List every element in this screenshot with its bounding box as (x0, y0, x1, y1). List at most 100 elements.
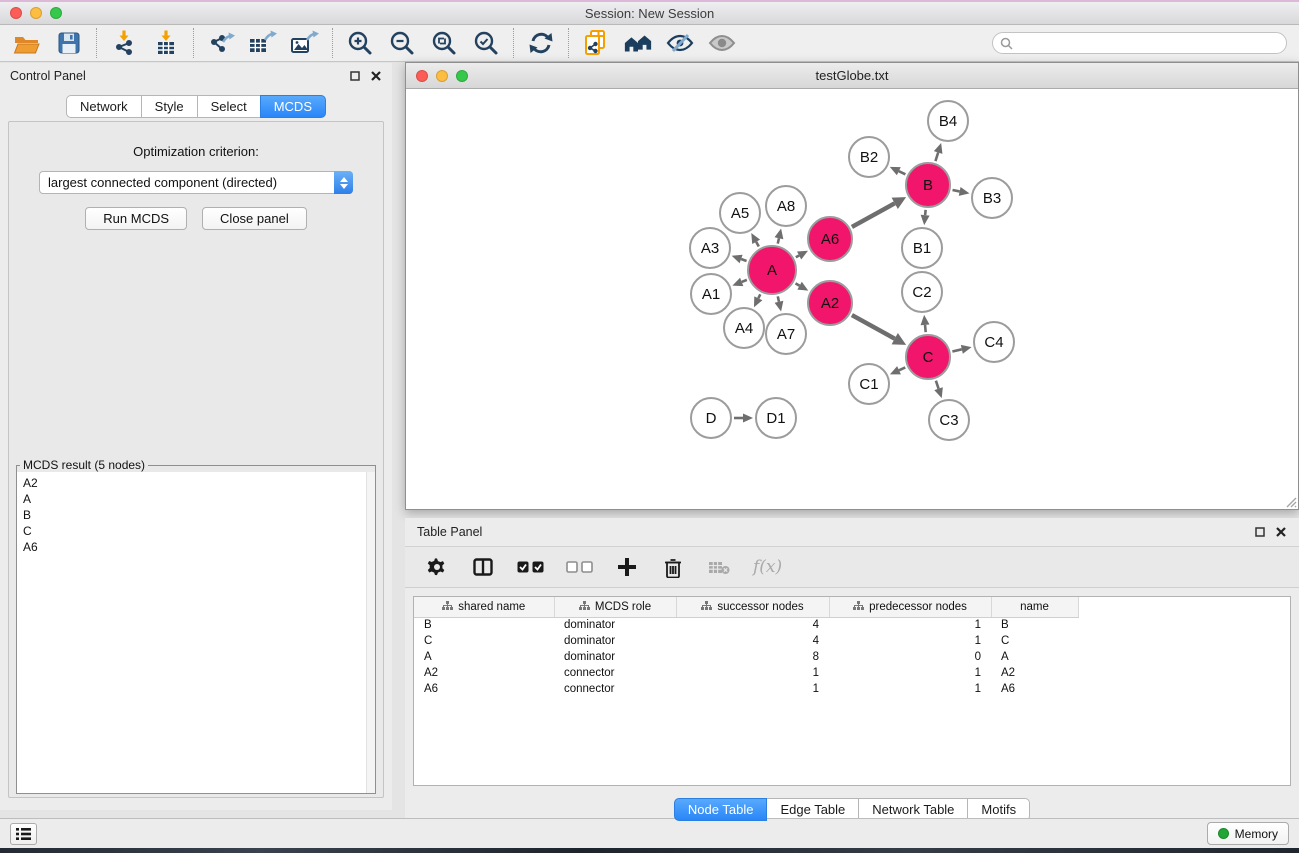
export-table-button[interactable] (248, 29, 278, 57)
export-image-button[interactable] (290, 29, 320, 57)
mcds-result-item[interactable]: A2 (23, 475, 375, 491)
zoom-out-button[interactable] (387, 29, 417, 57)
graph-edge-C-C1[interactable] (899, 367, 905, 370)
graph-node-C[interactable]: C (905, 334, 951, 380)
import-table-button[interactable] (151, 29, 181, 57)
graph-edge-B-B4[interactable] (935, 152, 938, 161)
run-mcds-button[interactable]: Run MCDS (85, 207, 187, 230)
graph-edge-A6-B[interactable] (852, 203, 895, 227)
graph-edge-A-A2[interactable] (795, 283, 799, 285)
graph-node-A[interactable]: A (747, 245, 797, 295)
graph-node-B3[interactable]: B3 (971, 177, 1013, 219)
table-row[interactable]: Cdominator41C (414, 633, 1078, 649)
open-file-button[interactable] (12, 29, 42, 57)
table-cell[interactable]: 1 (829, 665, 991, 681)
show-graphics-details-button[interactable] (707, 29, 737, 57)
table-cell[interactable]: 1 (829, 617, 991, 633)
graph-edge-A-A1[interactable] (742, 280, 747, 282)
column-header-shared-name[interactable]: shared name (414, 597, 554, 617)
table-cell[interactable]: A (414, 649, 554, 665)
table-cell[interactable]: B (991, 617, 1078, 633)
graph-node-C1[interactable]: C1 (848, 363, 890, 405)
close-table-panel-icon[interactable] (1275, 526, 1287, 538)
delete-table-button[interactable] (707, 554, 731, 580)
float-panel-icon[interactable] (349, 70, 361, 82)
graph-node-A2[interactable]: A2 (807, 280, 853, 326)
mcds-result-item[interactable]: C (23, 523, 375, 539)
graph-node-A5[interactable]: A5 (719, 192, 761, 234)
mcds-result-item[interactable]: A (23, 491, 375, 507)
select-all-columns-button[interactable] (517, 554, 544, 580)
tab-style[interactable]: Style (141, 95, 198, 118)
column-header-MCDS-role[interactable]: MCDS role (554, 597, 676, 617)
deselect-all-columns-button[interactable] (566, 554, 593, 580)
column-header-name[interactable]: name (991, 597, 1078, 617)
graph-edge-A-A8[interactable] (778, 238, 779, 243)
graph-node-C2[interactable]: C2 (901, 271, 943, 313)
table-cell[interactable]: 1 (676, 665, 829, 681)
clone-network-button[interactable] (581, 29, 611, 57)
network-window-titlebar[interactable]: testGlobe.txt (406, 63, 1298, 89)
close-panel-icon[interactable] (370, 70, 382, 82)
table-cell[interactable]: A2 (414, 665, 554, 681)
create-column-button[interactable] (615, 554, 639, 580)
table-cell[interactable]: 4 (676, 633, 829, 649)
delete-column-button[interactable] (661, 554, 685, 580)
graph-node-A3[interactable]: A3 (689, 227, 731, 269)
graph-node-A1[interactable]: A1 (690, 273, 732, 315)
table-cell[interactable]: 0 (829, 649, 991, 665)
mcds-result-item[interactable]: A6 (23, 539, 375, 555)
graph-edge-A-A5[interactable] (756, 242, 759, 247)
task-history-button[interactable] (10, 823, 37, 845)
table-row[interactable]: Bdominator41B (414, 617, 1078, 633)
tab-mcds[interactable]: MCDS (260, 95, 326, 118)
table-row[interactable]: Adominator80A (414, 649, 1078, 665)
table-cell[interactable]: B (414, 617, 554, 633)
graph-node-B1[interactable]: B1 (901, 227, 943, 269)
table-cell[interactable]: 1 (829, 633, 991, 649)
node-table[interactable]: shared nameMCDS rolesuccessor nodesprede… (414, 597, 1079, 697)
graph-node-A6[interactable]: A6 (807, 216, 853, 262)
graph-edge-A-A6[interactable] (796, 255, 799, 257)
table-cell[interactable]: 4 (676, 617, 829, 633)
table-row[interactable]: A2connector11A2 (414, 665, 1078, 681)
table-row[interactable]: A6connector11A6 (414, 681, 1078, 697)
show-column-panel-button[interactable] (471, 554, 495, 580)
save-session-button[interactable] (54, 29, 84, 57)
graph-node-C4[interactable]: C4 (973, 321, 1015, 363)
table-cell[interactable]: C (414, 633, 554, 649)
graph-node-D1[interactable]: D1 (755, 397, 797, 439)
table-cell[interactable]: connector (554, 665, 676, 681)
tab-network[interactable]: Network (66, 95, 142, 118)
memory-button[interactable]: Memory (1207, 822, 1289, 845)
table-cell[interactable]: 8 (676, 649, 829, 665)
graph-node-C3[interactable]: C3 (928, 399, 970, 441)
graph-edge-C-C3[interactable] (936, 381, 939, 389)
graph-edge-A-A7[interactable] (778, 296, 779, 301)
import-network-button[interactable] (109, 29, 139, 57)
graph-node-A8[interactable]: A8 (765, 185, 807, 227)
zoom-in-button[interactable] (345, 29, 375, 57)
table-cell[interactable]: C (991, 633, 1078, 649)
table-cell[interactable]: A2 (991, 665, 1078, 681)
table-cell[interactable]: A6 (991, 681, 1078, 697)
table-cell[interactable]: dominator (554, 649, 676, 665)
hide-graphics-details-button[interactable] (665, 29, 695, 57)
float-table-panel-icon[interactable] (1254, 526, 1266, 538)
table-cell[interactable]: dominator (554, 617, 676, 633)
table-cell[interactable]: A6 (414, 681, 554, 697)
graph-node-B4[interactable]: B4 (927, 100, 969, 142)
table-settings-button[interactable] (425, 554, 449, 580)
refresh-button[interactable] (526, 29, 556, 57)
search-field[interactable] (992, 32, 1287, 54)
close-panel-button[interactable]: Close panel (202, 207, 307, 230)
export-network-button[interactable] (206, 29, 236, 57)
table-cell[interactable]: 1 (676, 681, 829, 697)
graph-node-A7[interactable]: A7 (765, 313, 807, 355)
graph-edge-B-B3[interactable] (952, 190, 959, 191)
tab-node-table[interactable]: Node Table (674, 798, 768, 821)
graph-edge-A-A4[interactable] (758, 294, 760, 298)
zoom-selected-button[interactable] (471, 29, 501, 57)
table-cell[interactable]: A (991, 649, 1078, 665)
graph-edge-A2-C[interactable] (852, 315, 895, 339)
